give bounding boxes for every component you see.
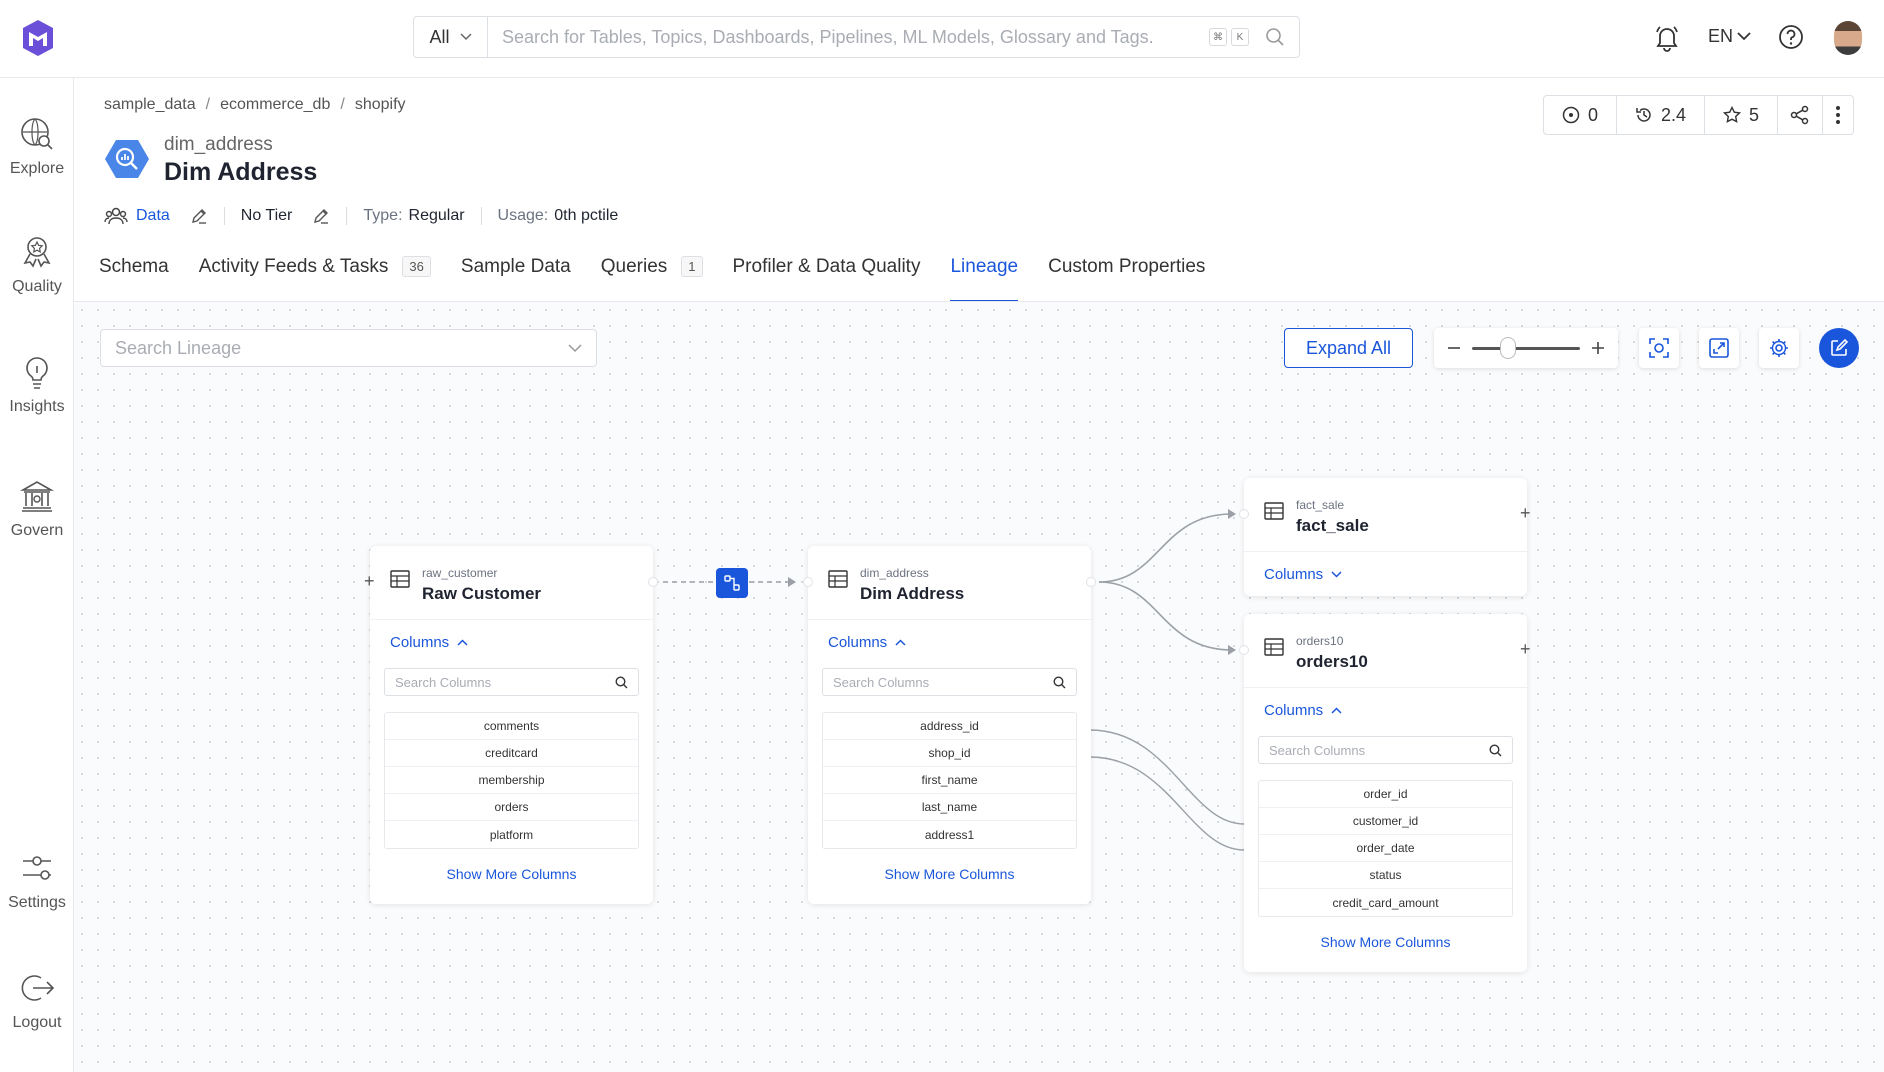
fullscreen-button[interactable] — [1699, 328, 1739, 368]
node-handle[interactable] — [1239, 509, 1249, 519]
expand-icon — [1709, 338, 1729, 358]
search-icon — [1489, 743, 1502, 756]
zoom-slider-thumb[interactable] — [1500, 336, 1516, 359]
node-name: orders10 — [1296, 652, 1368, 671]
expand-downstream-icon[interactable]: + — [1520, 503, 1531, 524]
zoom-slider[interactable] — [1472, 336, 1580, 359]
column-item[interactable]: order_id — [1259, 781, 1512, 808]
lineage-node-fact-sale[interactable]: fact_sale fact_sale Columns — [1244, 478, 1527, 596]
gear-icon — [1770, 339, 1788, 357]
columns-toggle-label: Columns — [1264, 566, 1324, 583]
table-icon — [1264, 638, 1284, 656]
lineage-node-dim-address[interactable]: dim_address Dim Address Columns Search C… — [808, 546, 1091, 904]
node-name: fact_sale — [1296, 516, 1369, 535]
edge-arrow — [788, 577, 796, 587]
focus-icon — [1649, 338, 1669, 358]
column-list: address_id shop_id first_name last_name … — [822, 712, 1077, 849]
column-edge — [1089, 729, 1245, 825]
fit-view-button[interactable] — [1639, 328, 1679, 368]
column-item[interactable]: platform — [385, 821, 638, 848]
lineage-settings-button[interactable] — [1759, 328, 1799, 368]
chevron-down-icon — [1331, 571, 1342, 578]
show-more-columns-link[interactable]: Show More Columns — [1244, 934, 1527, 950]
column-list: order_id customer_id order_date status c… — [1258, 780, 1513, 917]
node-header: orders10 orders10 — [1244, 614, 1527, 688]
node-fqn: dim_address — [860, 566, 929, 580]
columns-toggle-label: Columns — [1264, 702, 1324, 719]
zoom-control — [1434, 328, 1618, 368]
column-item[interactable]: shop_id — [823, 740, 1076, 767]
zoom-out-icon[interactable] — [1446, 340, 1462, 356]
column-list: comments creditcard membership orders pl… — [384, 712, 639, 849]
expand-upstream-icon[interactable]: + — [364, 571, 375, 592]
edge-arrow — [1228, 509, 1236, 519]
columns-toggle[interactable]: Columns — [1264, 702, 1342, 719]
column-item[interactable]: orders — [385, 794, 638, 821]
pipeline-node[interactable] — [716, 568, 748, 598]
pipeline-icon — [724, 575, 740, 591]
column-search-input[interactable]: Search Columns — [384, 668, 639, 696]
edge-dim-address-to-orders10 — [1098, 581, 1233, 651]
columns-toggle[interactable]: Columns — [1264, 566, 1342, 583]
search-icon — [1053, 675, 1066, 688]
chevron-down-icon — [568, 343, 582, 352]
columns-toggle-label: Columns — [828, 634, 888, 651]
column-item[interactable]: creditcard — [385, 740, 638, 767]
columns-toggle[interactable]: Columns — [828, 634, 906, 651]
expand-downstream-icon[interactable]: + — [1520, 639, 1531, 660]
column-item[interactable]: membership — [385, 767, 638, 794]
lineage-search-placeholder: Search Lineage — [115, 337, 242, 358]
node-fqn: fact_sale — [1296, 498, 1345, 512]
column-search-placeholder: Search Columns — [395, 674, 492, 690]
column-search-input[interactable]: Search Columns — [1258, 736, 1513, 764]
table-icon — [390, 570, 410, 588]
column-item[interactable]: first_name — [823, 767, 1076, 794]
node-fqn: raw_customer — [422, 566, 498, 580]
node-handle[interactable] — [1086, 577, 1096, 587]
column-item[interactable]: address_id — [823, 713, 1076, 740]
column-item[interactable]: comments — [385, 713, 638, 740]
column-item[interactable]: customer_id — [1259, 808, 1512, 835]
edge-dim-address-to-fact-sale — [1098, 513, 1233, 583]
table-icon — [1264, 502, 1284, 520]
expand-all-button[interactable]: Expand All — [1284, 328, 1413, 368]
lineage-node-raw-customer[interactable]: raw_customer Raw Customer Columns Search… — [370, 546, 653, 904]
node-handle[interactable] — [1239, 645, 1249, 655]
show-more-columns-link[interactable]: Show More Columns — [808, 866, 1091, 882]
table-icon — [828, 570, 848, 588]
node-header: fact_sale fact_sale — [1244, 478, 1527, 552]
node-fqn: orders10 — [1296, 634, 1344, 648]
node-handle[interactable] — [803, 577, 813, 587]
lineage-edges — [663, 509, 1245, 851]
column-item[interactable]: address1 — [823, 821, 1076, 848]
node-header: raw_customer Raw Customer — [370, 546, 653, 620]
chevron-up-icon — [1331, 707, 1342, 714]
columns-toggle[interactable]: Columns — [390, 634, 468, 651]
chevron-up-icon — [895, 639, 906, 646]
node-handle[interactable] — [648, 577, 658, 587]
column-search-input[interactable]: Search Columns — [822, 668, 1077, 696]
columns-toggle-label: Columns — [390, 634, 450, 651]
lineage-node-orders10[interactable]: orders10 orders10 Columns Search Columns… — [1244, 614, 1527, 972]
node-header: dim_address Dim Address — [808, 546, 1091, 620]
node-name: Dim Address — [860, 584, 965, 603]
edit-lineage-button[interactable] — [1819, 328, 1859, 368]
node-name: Raw Customer — [422, 584, 542, 603]
column-item[interactable]: last_name — [823, 794, 1076, 821]
edit-icon — [1831, 338, 1849, 356]
column-edge — [1089, 756, 1245, 851]
show-more-columns-link[interactable]: Show More Columns — [370, 866, 653, 882]
search-icon — [615, 675, 628, 688]
column-search-placeholder: Search Columns — [833, 674, 930, 690]
column-item[interactable]: credit_card_amount — [1259, 889, 1512, 916]
zoom-in-icon[interactable] — [1590, 340, 1606, 356]
lineage-search-select[interactable]: Search Lineage — [100, 329, 597, 367]
column-item[interactable]: order_date — [1259, 835, 1512, 862]
column-search-placeholder: Search Columns — [1269, 742, 1366, 758]
edge-arrow — [1228, 645, 1236, 655]
chevron-up-icon — [457, 639, 468, 646]
column-item[interactable]: status — [1259, 862, 1512, 889]
